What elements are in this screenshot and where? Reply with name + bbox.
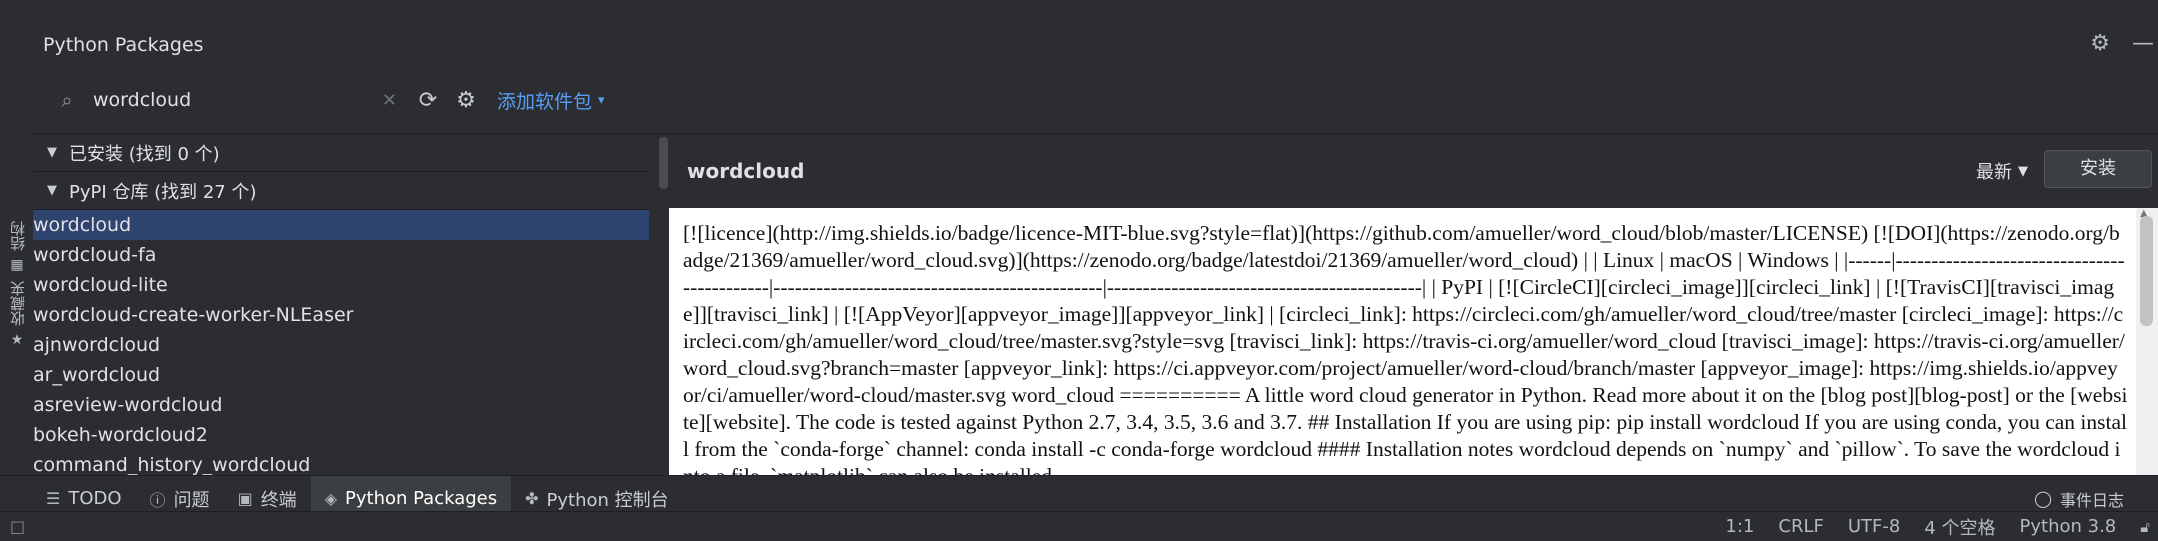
status-bar: □ 1:1 CRLF UTF-8 4 个空格 Python 3.8 🔓︎	[0, 511, 2158, 541]
indent-setting[interactable]: 4 个空格	[1924, 514, 1995, 540]
package-item[interactable]: asreview-wordcloud	[33, 390, 649, 420]
left-tool-gutter: 结构 ▦ 收藏夹 ★	[0, 23, 34, 475]
structure-icon: ▦	[10, 257, 24, 273]
terminal-icon: ▣	[237, 489, 253, 508]
lock-icon[interactable]: 🔓︎	[2140, 518, 2150, 536]
panel-header: Python Packages ⚙ —	[33, 23, 2158, 67]
package-title: wordcloud	[687, 159, 805, 183]
file-encoding[interactable]: UTF-8	[1848, 516, 1900, 537]
package-item[interactable]: bokeh-wordcloud2	[33, 420, 649, 450]
pypi-section-header[interactable]: ▼ PyPI 仓库 (找到 27 个)	[33, 172, 649, 210]
tab-label: 问题	[173, 489, 210, 511]
event-log-icon: ◯	[2034, 489, 2052, 508]
repositories-gear-icon[interactable]: ⚙	[449, 88, 483, 113]
structure-tab[interactable]: 结构 ▦	[4, 221, 30, 273]
panel-title: Python Packages	[43, 34, 204, 56]
packages-toolbar: ⌕ ✕ ⟳ ⚙ 添加软件包 ▾	[33, 67, 2158, 134]
list-scrollbar-thumb[interactable]	[659, 137, 668, 189]
package-item[interactable]: command_history_wordcloud	[33, 450, 649, 475]
info-icon: ⓘ	[149, 490, 166, 510]
add-package-label: 添加软件包	[497, 90, 593, 113]
clear-search-icon[interactable]: ✕	[382, 90, 397, 111]
search-input[interactable]	[91, 88, 375, 112]
tab-label: TODO	[68, 488, 122, 509]
line-separator[interactable]: CRLF	[1778, 516, 1823, 537]
package-item[interactable]: ajnwordcloud	[33, 330, 649, 360]
python-icon: ✤	[525, 489, 539, 508]
installed-section-label: 已安装 (找到 0 个)	[69, 143, 220, 165]
readme-scrollbar-thumb[interactable]	[2140, 216, 2153, 326]
python-packages-panel: Python Packages ⚙ — ⌕ ✕ ⟳ ⚙ 添加软件包 ▾ ▼ 已安…	[33, 23, 2158, 498]
python-interpreter[interactable]: Python 3.8	[2020, 516, 2117, 537]
package-item[interactable]: wordcloud-create-worker-NLEaser	[33, 300, 649, 330]
list-icon: ☰	[46, 489, 61, 508]
package-list: ▼ 已安装 (找到 0 个) ▼ PyPI 仓库 (找到 27 个) wordc…	[33, 134, 649, 475]
top-strip	[0, 0, 2158, 24]
package-item[interactable]: ar_wordcloud	[33, 360, 649, 390]
search-box: ⌕ ✕	[39, 80, 407, 120]
tab-label: 终端	[260, 489, 297, 511]
install-button[interactable]: 安装	[2044, 150, 2152, 188]
pypi-section-label: PyPI 仓库 (找到 27 个)	[69, 181, 257, 203]
tab-label: Python Packages	[345, 488, 498, 509]
chevron-down-icon: ▼	[2018, 163, 2028, 179]
minimize-icon[interactable]: —	[2132, 31, 2154, 56]
readme-view: [![licence](http://img.shields.io/badge/…	[669, 208, 2158, 498]
favorites-tab[interactable]: 收藏夹 ★	[4, 281, 30, 348]
favorites-tab-label: 收藏夹	[8, 281, 27, 326]
version-label: 最新	[1976, 162, 2012, 183]
readme-scrollbar[interactable]: ▲	[2136, 208, 2158, 498]
installed-section-header[interactable]: ▼ 已安装 (找到 0 个)	[33, 134, 649, 172]
package-item[interactable]: wordcloud-lite	[33, 270, 649, 300]
collapse-triangle-icon: ▼	[47, 183, 57, 198]
structure-tab-label: 结构	[8, 221, 27, 251]
chevron-down-icon: ▾	[598, 92, 605, 108]
readme-text: [![licence](http://img.shields.io/badge/…	[683, 221, 2128, 488]
layout-toggle-icon[interactable]: □	[10, 517, 25, 536]
caret-position[interactable]: 1:1	[1725, 516, 1754, 537]
star-icon: ★	[10, 332, 24, 348]
add-package-dropdown[interactable]: 添加软件包 ▾	[497, 87, 605, 114]
package-item[interactable]: wordcloud	[33, 210, 649, 240]
collapse-triangle-icon: ▼	[47, 145, 57, 160]
package-item[interactable]: wordcloud-fa	[33, 240, 649, 270]
version-selector[interactable]: 最新 ▼	[1976, 158, 2028, 184]
event-log-label: 事件日志	[2059, 490, 2124, 510]
detail-header: wordcloud 最新 ▼ 安装	[669, 134, 2158, 208]
settings-gear-icon[interactable]: ⚙	[2090, 31, 2110, 56]
search-icon: ⌕	[61, 88, 73, 112]
tab-label: Python 控制台	[546, 489, 669, 511]
layers-icon: ◈	[324, 489, 337, 508]
refresh-icon[interactable]: ⟳	[411, 88, 445, 113]
